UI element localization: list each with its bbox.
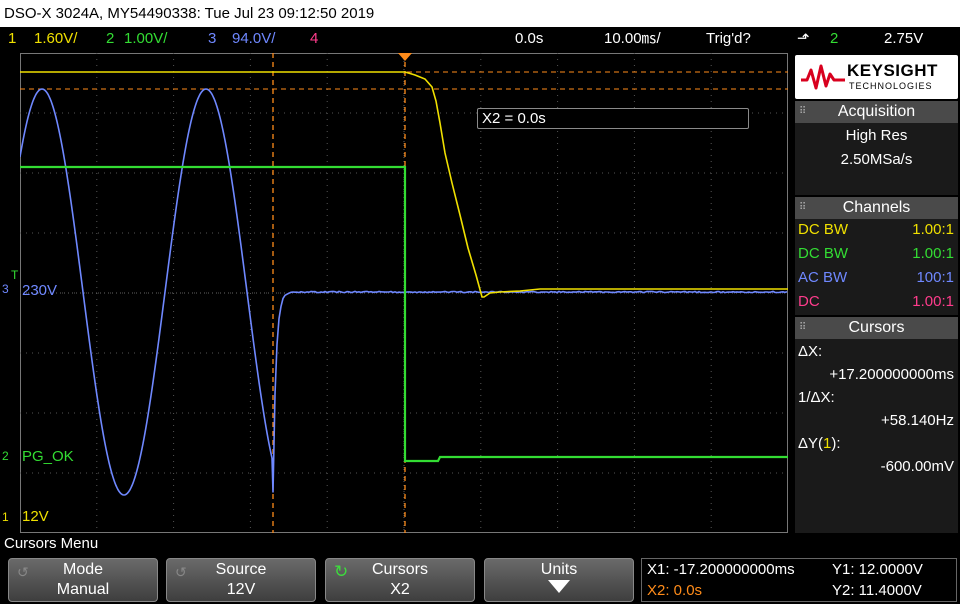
cursor-readouts: X1: -17.200000000ms X2: 0.0s Y1: 12.0000…: [641, 558, 957, 602]
window-title: DSO-X 3024A, MY54490338: Tue Jul 23 09:1…: [0, 0, 960, 27]
units-softkey[interactable]: Units: [484, 558, 634, 602]
trigger-level[interactable]: 2.75V: [884, 27, 923, 51]
ch1-coupling: DC BW: [798, 221, 848, 238]
delta-y-label: ΔY(1):: [798, 435, 841, 452]
ch4-number[interactable]: 4: [310, 27, 318, 51]
ch3-coupling: AC BW: [798, 269, 847, 286]
y1-readout: Y1: 12.0000V: [832, 561, 923, 578]
delta-x-label: ΔX:: [798, 343, 822, 360]
delta-y-value: -600.00mV: [881, 458, 954, 475]
trigger-level-marker[interactable]: T: [11, 268, 18, 282]
entry-knob-icon: ↺: [17, 564, 29, 581]
inv-delta-x-label: 1/ΔX:: [798, 389, 835, 406]
acquisition-header[interactable]: ⠿ Acquisition: [795, 101, 958, 123]
menu-title: Cursors Menu: [0, 533, 960, 555]
ch3-probe: 100:1: [916, 269, 954, 286]
time-delay[interactable]: 0.0s: [515, 27, 543, 51]
cursors-body: ΔX: +17.200000000ms 1/ΔX: +58.140Hz ΔY(1…: [795, 339, 958, 533]
ch2-number[interactable]: 2: [106, 27, 114, 51]
ch2-coupling: DC BW: [798, 245, 848, 262]
brand-subtitle: TECHNOLOGIES: [849, 81, 933, 91]
ch4-probe: 1.00:1: [912, 293, 954, 310]
ch3-ground-marker[interactable]: 3: [2, 282, 9, 296]
cursor-readout-box: X2 = 0.0s: [477, 108, 749, 129]
status-bar: 1 1.60V/ 2 1.00V/ 3 94.0V/ 4 0.0s 10.00㎳…: [0, 27, 960, 51]
entry-knob-icon: ↺: [175, 564, 187, 581]
channels-header[interactable]: ⠿ Channels: [795, 197, 958, 219]
keysight-logo: KEYSIGHT TECHNOLOGIES: [795, 55, 958, 99]
ch3-label: 230V: [22, 282, 57, 299]
ch2-label: PG_OK: [22, 448, 74, 465]
ch2-scale[interactable]: 1.00V/: [124, 27, 167, 51]
time-scale[interactable]: 10.00㎳/: [604, 27, 661, 51]
softkey-bar: ↺ Mode Manual ↺ Source 12V ↻ Cursors X2 …: [0, 555, 960, 604]
brand-name: KEYSIGHT: [847, 61, 938, 81]
ch2-ground-marker[interactable]: 2: [2, 449, 9, 463]
trigger-source[interactable]: 2: [830, 27, 838, 51]
ch3-scale[interactable]: 94.0V/: [232, 27, 275, 51]
trigger-edge-icon: ⬏: [797, 27, 810, 51]
grip-icon: ⠿: [799, 197, 806, 219]
ch2-probe: 1.00:1: [912, 245, 954, 262]
trigger-state: Trig'd?: [706, 27, 751, 51]
cursors-softkey[interactable]: ↻ Cursors X2: [325, 558, 475, 602]
ch1-label: 12V: [22, 508, 49, 525]
source-softkey[interactable]: ↺ Source 12V: [166, 558, 316, 602]
ch1-ground-marker[interactable]: 1: [2, 510, 9, 524]
channels-body: DC BW 1.00:1 DC BW 1.00:1 AC BW 100:1 DC…: [795, 219, 958, 315]
ch1-scale[interactable]: 1.60V/: [34, 27, 77, 51]
side-panel: KEYSIGHT TECHNOLOGIES ⠿ Acquisition High…: [793, 53, 960, 533]
keysight-wave-icon: [801, 62, 845, 92]
y2-readout: Y2: 11.4000V: [832, 582, 922, 599]
ch3-number[interactable]: 3: [208, 27, 216, 51]
x2-readout: X2: 0.0s: [647, 582, 702, 599]
mode-softkey[interactable]: ↺ Mode Manual: [8, 558, 158, 602]
ch1-number[interactable]: 1: [8, 27, 16, 51]
active-knob-icon: ↻: [334, 562, 348, 582]
inv-delta-x-value: +58.140Hz: [881, 412, 954, 429]
x1-readout: X1: -17.200000000ms: [647, 561, 795, 578]
delta-x-value: +17.200000000ms: [829, 366, 954, 383]
submenu-arrow-icon: [485, 580, 633, 600]
acq-rate: 2.50MSa/s: [795, 151, 958, 168]
ch4-coupling: DC: [798, 293, 820, 310]
grip-icon: ⠿: [799, 101, 806, 123]
cursors-header[interactable]: ⠿ Cursors: [795, 317, 958, 339]
acq-mode: High Res: [795, 127, 958, 144]
ch1-probe: 1.00:1: [912, 221, 954, 238]
acquisition-body: High Res 2.50MSa/s: [795, 123, 958, 195]
grip-icon: ⠿: [799, 317, 806, 339]
